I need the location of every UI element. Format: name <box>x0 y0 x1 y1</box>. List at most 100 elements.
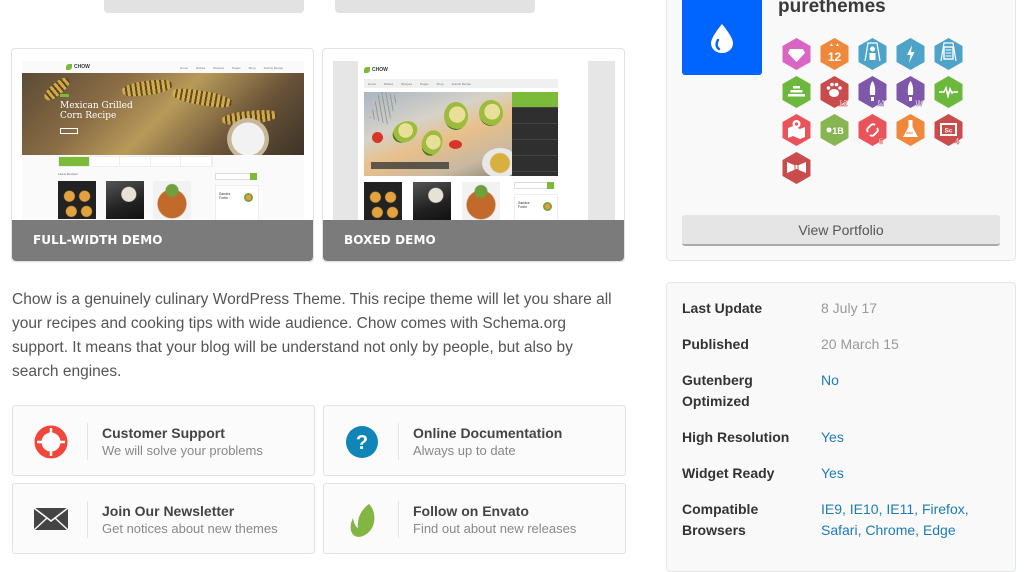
svg-text:6: 6 <box>879 137 884 146</box>
envato-leaf-icon <box>344 502 380 538</box>
svg-text:W: W <box>915 99 923 108</box>
paw-badge[interactable]: 12 <box>819 75 850 109</box>
category-tag <box>60 94 69 97</box>
mini-nav-item: Shop <box>248 66 256 70</box>
avocado-shape <box>388 116 422 148</box>
mini-logo-text: CHOW <box>372 67 388 73</box>
map-pin-badge[interactable] <box>781 113 812 147</box>
meta-value: 8 July 17 <box>821 300 878 316</box>
mini-search <box>514 182 554 189</box>
svg-text:12: 12 <box>839 99 848 108</box>
feature-subtitle: Get notices about new themes <box>102 521 278 536</box>
featured-item-badge[interactable] <box>933 37 964 71</box>
boxed-demo-label[interactable]: BOXED DEMO <box>323 220 624 261</box>
svg-text:Sc: Sc <box>945 128 953 135</box>
browser-link[interactable]: Edge <box>923 522 956 538</box>
mini-nav-item: Dishes <box>196 66 206 70</box>
feature-title: Customer Support <box>102 425 225 441</box>
browser-link[interactable]: IE10 <box>850 501 879 517</box>
envato-1b-badge[interactable]: 1B <box>819 113 850 147</box>
tomato-shape <box>372 132 383 143</box>
mini-nav-item: Recipes <box>401 82 413 86</box>
sc-badge[interactable]: Sc 4 <box>933 113 964 147</box>
meta-key: Published <box>682 336 749 352</box>
mini-nav-item: Shop <box>436 82 444 86</box>
mini-search <box>215 173 257 180</box>
years-badge[interactable]: 12 <box>819 37 850 71</box>
feature-follow-envato[interactable]: Follow on Envato Find out about new rele… <box>323 483 626 554</box>
browser-link[interactable]: Chrome <box>865 522 915 538</box>
link-badge[interactable]: 6 <box>857 113 888 147</box>
mini-tabs <box>58 156 213 167</box>
divider <box>87 501 88 538</box>
salt-bowl <box>227 118 269 155</box>
mini-logo: CHOW <box>364 67 388 73</box>
svg-text:1B: 1B <box>832 126 844 136</box>
mini-author-widget: Sandra Fortin <box>215 185 259 221</box>
svg-text:12: 12 <box>828 50 842 64</box>
mini-nav-item: Submit Recipe <box>263 66 284 70</box>
rocket-w-badge[interactable]: W <box>895 75 926 109</box>
read-more-button <box>60 128 78 134</box>
pulse-badge[interactable] <box>933 75 964 109</box>
feature-subtitle: Find out about new releases <box>413 521 577 536</box>
view-portfolio-button[interactable]: View Portfolio <box>682 215 1000 246</box>
mini-author-avatar <box>543 202 552 211</box>
full-width-demo-thumbnail: CHOW Home Dishes Recipes Pages Shop Subm… <box>22 61 304 221</box>
feature-subtitle: We will solve your problems <box>102 443 263 458</box>
meta-value[interactable]: No <box>821 370 991 391</box>
mini-nav-bar: Home Dishes Recipes Pages Shop Submit Re… <box>364 79 558 88</box>
exclusive-badge[interactable] <box>781 75 812 109</box>
mini-nav: Home Dishes Recipes Pages Shop Submit Re… <box>180 66 283 70</box>
feature-customer-support[interactable]: Customer Support We will solve your prob… <box>12 405 315 476</box>
divider <box>398 423 399 460</box>
avocado-shape <box>418 127 446 159</box>
lightning-badge[interactable] <box>895 37 926 71</box>
feature-newsletter[interactable]: Join Our Newsletter Get notices about ne… <box>12 483 315 554</box>
author-level-badge[interactable] <box>857 37 888 71</box>
mini-author-line: Fortin <box>518 205 527 209</box>
hero-caption <box>371 162 449 169</box>
browser-link[interactable]: Safari <box>821 522 858 538</box>
diamond-badge[interactable] <box>781 37 812 71</box>
feature-online-documentation[interactable]: ? Online Documentation Always up to date <box>323 405 626 476</box>
top-button-left[interactable] <box>104 0 304 13</box>
mini-logo-text: CHOW <box>74 64 90 70</box>
boxed-demo-card[interactable]: CHOW Home Dishes Recipes Pages Shop Subm… <box>322 48 625 262</box>
rocket-m-badge[interactable]: M <box>857 75 888 109</box>
mini-author-name: Sandra Fortin <box>219 192 230 200</box>
browser-link[interactable]: Firefox <box>922 501 965 517</box>
leaf-icon <box>364 67 370 73</box>
meta-key: Compatible Browsers <box>682 501 759 538</box>
browser-link[interactable]: IE9 <box>821 501 842 517</box>
flask-badge[interactable] <box>895 113 926 147</box>
author-avatar[interactable] <box>682 0 762 75</box>
corn-shape <box>171 85 233 111</box>
top-button-right[interactable] <box>335 0 535 13</box>
svg-text:4: 4 <box>955 137 960 146</box>
divider <box>398 501 399 538</box>
browser-link[interactable]: IE11 <box>886 501 914 517</box>
mini-nav-item: Submit Recipe <box>451 82 472 86</box>
meta-value[interactable]: Yes <box>821 427 991 448</box>
theme-description: Chow is a genuinely culinary WordPress T… <box>12 291 612 380</box>
divider <box>87 423 88 460</box>
lifebuoy-icon <box>33 424 69 460</box>
full-width-demo-label[interactable]: FULL-WIDTH DEMO <box>12 220 313 261</box>
boxed-page: CHOW Home Dishes Recipes Pages Shop Subm… <box>358 61 588 221</box>
author-name[interactable]: purethemes <box>778 0 886 18</box>
full-width-demo-card[interactable]: CHOW Home Dishes Recipes Pages Shop Subm… <box>11 48 314 262</box>
meta-value[interactable]: Yes <box>821 463 991 484</box>
mini-nav-item: Home <box>180 66 189 70</box>
svg-text:?: ? <box>356 432 368 454</box>
feature-title: Online Documentation <box>413 425 563 441</box>
avocado-shape <box>444 102 468 130</box>
meta-key: Gutenberg Optimized <box>682 372 753 409</box>
bow-badge[interactable] <box>781 151 812 185</box>
feature-subtitle: Always up to date <box>413 443 516 458</box>
mini-nav-item: Home <box>368 82 377 86</box>
recipe-image <box>153 181 191 219</box>
corn-shape <box>41 74 73 104</box>
mini-author-name: Sandra Fortin <box>518 201 529 209</box>
mini-nav-item: Dishes <box>384 82 394 86</box>
